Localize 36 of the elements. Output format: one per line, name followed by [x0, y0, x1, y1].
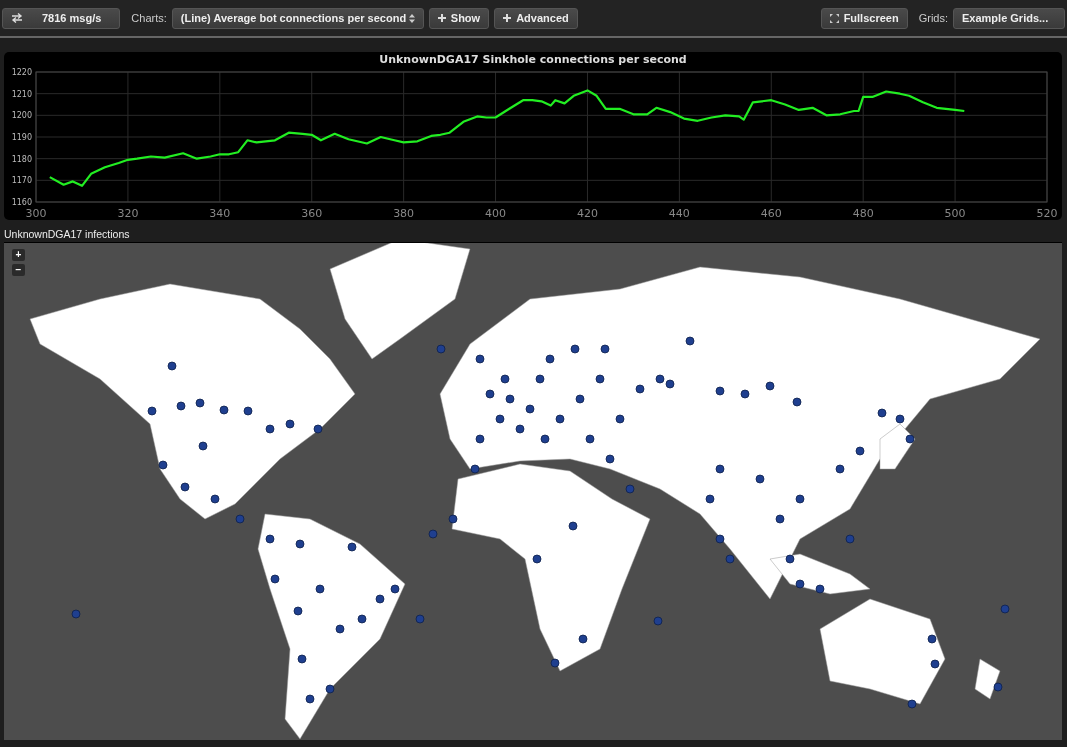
show-button[interactable]: Show: [428, 7, 490, 29]
y-tick-label: 1190: [11, 133, 32, 142]
y-tick-label: 1160: [11, 198, 32, 207]
x-tick-label: 420: [576, 207, 598, 220]
advanced-button[interactable]: Advanced: [494, 7, 578, 29]
x-tick-label: 440: [668, 207, 690, 220]
y-tick-label: 1220: [11, 68, 32, 77]
y-tick-label: 1200: [11, 111, 32, 121]
select-arrows-icon: [408, 13, 415, 23]
x-tick-label: 320: [117, 207, 139, 220]
plus-icon: [503, 14, 512, 22]
zoom-out-button[interactable]: −: [12, 264, 25, 276]
x-tick-label: 480: [852, 207, 874, 220]
y-tick-label: 1170: [11, 176, 32, 186]
x-tick-label: 500: [944, 207, 966, 220]
x-tick-label: 460: [760, 207, 782, 220]
x-tick-label: 380: [393, 207, 415, 220]
map-title: UnknownDGA17 infections: [4, 228, 131, 242]
chart-select[interactable]: (Line) Average bot connections per second: [171, 7, 424, 29]
x-tick-label: 520: [1036, 207, 1058, 220]
y-tick-label: 1180: [11, 154, 32, 164]
swap-arrows-icon: [11, 13, 23, 23]
plus-icon: [437, 14, 446, 22]
x-tick-label: 300: [25, 207, 47, 220]
x-tick-label: 400: [485, 207, 507, 220]
x-tick-label: 340: [209, 207, 231, 220]
chart-title: UnknownDGA17 Sinkhole connections per second: [379, 53, 687, 66]
message-rate-button[interactable]: 7816 msg/s: [2, 7, 121, 29]
grids-label: Grids:: [918, 12, 948, 24]
fullscreen-button[interactable]: Fullscreen: [820, 7, 908, 29]
y-tick-label: 1210: [11, 89, 32, 99]
grids-select[interactable]: Example Grids...: [953, 7, 1065, 29]
x-tick-label: 360: [301, 207, 323, 220]
charts-label: Charts:: [131, 12, 167, 24]
zoom-in-button[interactable]: +: [12, 249, 25, 261]
expand-icon: [829, 13, 839, 23]
